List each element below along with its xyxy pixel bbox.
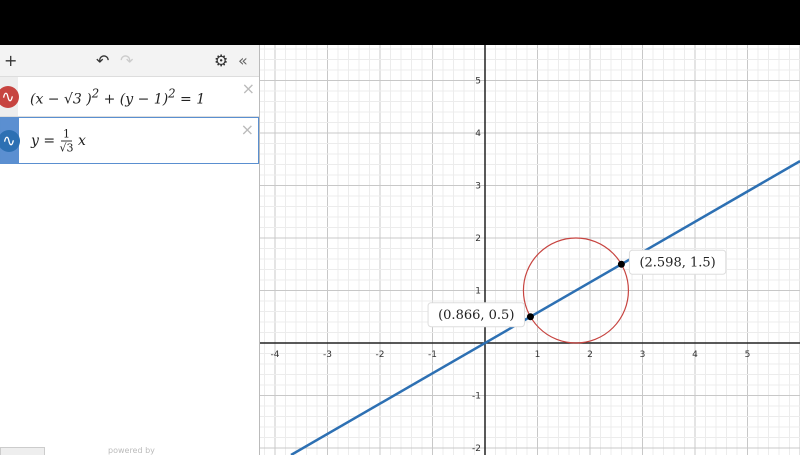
x-tick-label: -4 xyxy=(271,350,280,360)
graph-svg[interactable]: -4 -3 -2 -1 1 2 3 4 5 -2 -1 1 2 3 4 5 (0.866, 0.5) (2.598… xyxy=(260,45,800,455)
expr-part: (x − √3 ) xyxy=(30,90,92,107)
graph-canvas[interactable]: -4 -3 -2 -1 1 2 3 4 5 -2 -1 1 2 3 4 5 (0.866, 0.5) (2.598… xyxy=(260,45,800,455)
y-tick-label: 2 xyxy=(475,234,481,244)
intersection-point xyxy=(617,260,625,268)
x-tick-label: 1 xyxy=(535,350,541,360)
line-series xyxy=(290,160,800,455)
x-tick-label: -2 xyxy=(376,350,385,360)
expression-panel: + ↶ ↷ ⚙ « ∿ (x − √3 )2 + (y − 1)2 = 1 × … xyxy=(0,45,260,455)
x-tick-label: 5 xyxy=(745,350,751,360)
wave-icon[interactable]: ∿ xyxy=(0,85,19,108)
expr-exponent: 2 xyxy=(168,86,176,101)
expr-rhs: x xyxy=(78,132,86,149)
settings-gear-icon[interactable]: ⚙ xyxy=(214,51,228,70)
expression-tab[interactable]: ∿ xyxy=(0,77,19,116)
top-bar xyxy=(0,0,800,45)
delete-expression-button[interactable]: × xyxy=(242,79,255,98)
y-tick-label: -2 xyxy=(472,444,481,454)
expr-part: = 1 xyxy=(175,90,206,107)
denominator: √3 xyxy=(59,141,74,154)
collapse-panel-button[interactable]: « xyxy=(238,51,248,70)
delete-expression-button[interactable]: × xyxy=(241,120,254,139)
expression-circle[interactable]: (x − √3 )2 + (y − 1)2 = 1 xyxy=(30,86,205,107)
point-label: (2.598, 1.5) xyxy=(639,255,715,270)
expression-toolbar: + ↶ ↷ ⚙ « xyxy=(0,45,259,77)
y-tick-label: -1 xyxy=(472,392,481,402)
x-tick-label: 2 xyxy=(587,350,593,360)
expr-lhs: y = xyxy=(31,132,60,149)
y-tick-label: 5 xyxy=(475,77,481,87)
expression-line[interactable]: y = 1 √3 x xyxy=(31,127,86,154)
intersection-point xyxy=(526,313,534,321)
y-tick-label: 4 xyxy=(475,129,481,139)
point-label: (0.866, 0.5) xyxy=(438,308,514,323)
keypad-toggle-button[interactable] xyxy=(0,447,45,455)
x-tick-label: 3 xyxy=(640,350,646,360)
x-tick-label: 4 xyxy=(692,350,698,360)
powered-by-text: powered by xyxy=(108,446,155,455)
expr-part: + (y − 1) xyxy=(99,90,169,107)
y-tick-label: 3 xyxy=(475,182,481,192)
y-tick-label: 1 xyxy=(475,287,481,297)
x-tick-label: -1 xyxy=(428,350,437,360)
redo-button[interactable]: ↷ xyxy=(120,51,133,70)
expression-row-line[interactable]: ∿ y = 1 √3 x × xyxy=(0,117,259,164)
undo-button[interactable]: ↶ xyxy=(96,51,109,70)
expression-tab[interactable]: ∿ xyxy=(0,118,20,163)
fraction: 1 √3 xyxy=(60,127,74,154)
wave-icon[interactable]: ∿ xyxy=(0,129,20,152)
add-expression-button[interactable]: + xyxy=(4,51,17,70)
x-tick-label: -3 xyxy=(323,350,332,360)
expression-row-circle[interactable]: ∿ (x − √3 )2 + (y − 1)2 = 1 × xyxy=(0,77,259,117)
numerator: 1 xyxy=(61,127,73,141)
